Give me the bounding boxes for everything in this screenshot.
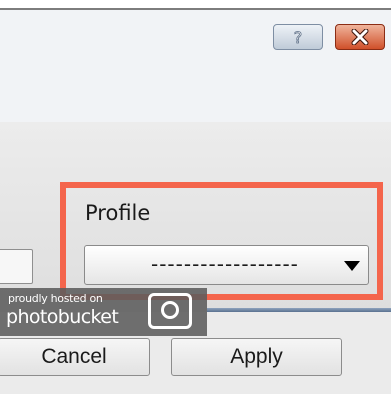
photobucket-watermark: proudly hosted on photobucket <box>0 288 207 336</box>
question-mark-icon: ? <box>293 28 303 46</box>
close-button[interactable] <box>335 24 385 50</box>
title-bar-buttons: ? <box>273 24 385 50</box>
highlight-box <box>60 182 383 300</box>
apply-button[interactable]: Apply <box>171 338 342 376</box>
partial-field[interactable] <box>0 249 33 284</box>
cancel-button[interactable]: Cancel <box>0 338 150 376</box>
help-button[interactable]: ? <box>273 24 323 50</box>
watermark-line1: proudly hosted on <box>8 292 103 305</box>
camera-icon <box>148 293 192 329</box>
svg-text:?: ? <box>294 28 303 46</box>
watermark-line2: photobucket <box>6 306 119 328</box>
close-x-icon <box>351 29 369 45</box>
